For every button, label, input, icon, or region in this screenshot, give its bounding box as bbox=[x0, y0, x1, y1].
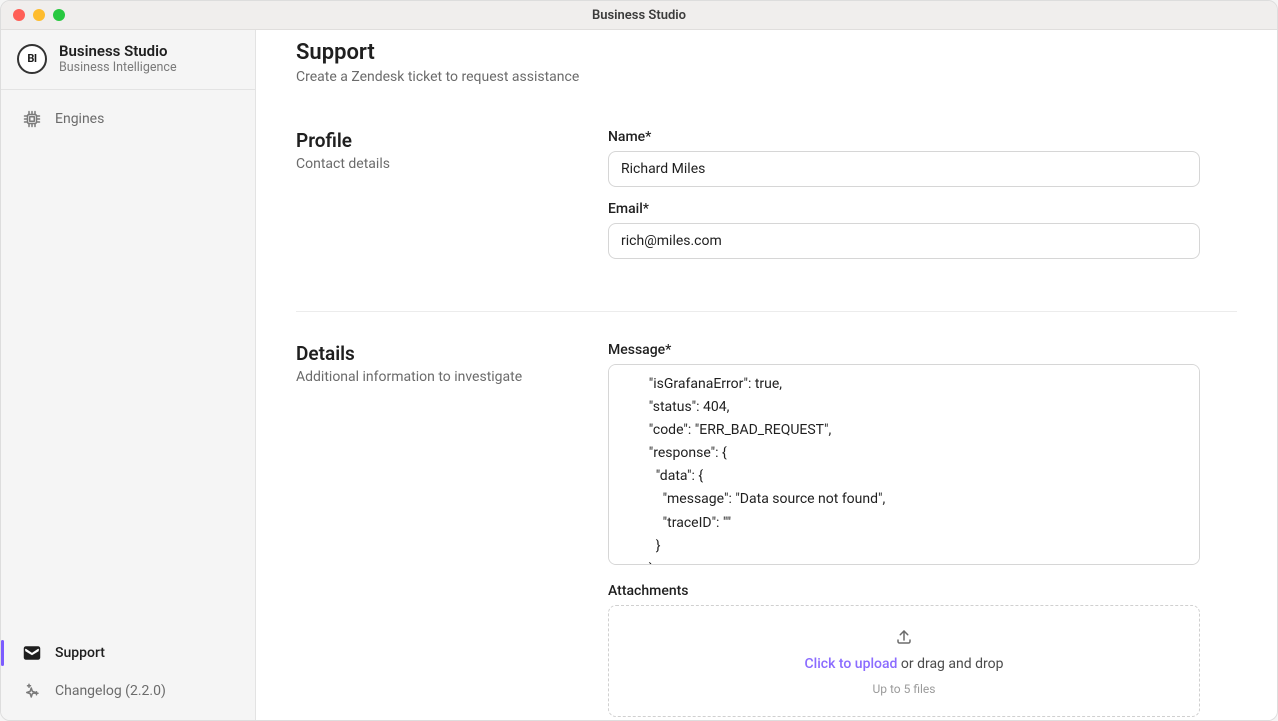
name-field-group: Name* bbox=[608, 129, 1200, 187]
page-header: Support Create a Zendesk ticket to reque… bbox=[296, 38, 1237, 85]
app-window: Business Studio BI Business Studio Busin… bbox=[0, 0, 1278, 721]
attachments-label: Attachments bbox=[608, 583, 1200, 599]
app-titles: Business Studio Business Intelligence bbox=[59, 42, 177, 75]
nav-section-top: Engines bbox=[1, 90, 255, 628]
app-name: Business Studio bbox=[59, 42, 177, 60]
sparkles-icon bbox=[23, 682, 41, 700]
section-head: Details Additional information to invest… bbox=[296, 342, 608, 720]
email-field-group: Email* bbox=[608, 201, 1200, 259]
upload-hint: Up to 5 files bbox=[873, 682, 936, 696]
section-title: Details bbox=[296, 342, 588, 365]
app-body: BI Business Studio Business Intelligence bbox=[1, 30, 1277, 720]
details-section: Details Additional information to invest… bbox=[296, 342, 1237, 720]
upload-text: Click to upload or drag and drop bbox=[805, 656, 1004, 672]
sidebar-item-engines[interactable]: Engines bbox=[9, 100, 247, 138]
mail-icon bbox=[23, 644, 41, 662]
section-body: Message* Attachments bbox=[608, 342, 1200, 720]
sidebar-item-support[interactable]: Support bbox=[9, 634, 247, 672]
minimize-window-button[interactable] bbox=[33, 9, 45, 21]
app-header: BI Business Studio Business Intelligence bbox=[1, 30, 255, 90]
app-logo-icon: BI bbox=[17, 44, 47, 74]
maximize-window-button[interactable] bbox=[53, 9, 65, 21]
section-body: Name* Email* bbox=[608, 129, 1200, 273]
email-input[interactable] bbox=[608, 223, 1200, 259]
main-content: Support Create a Zendesk ticket to reque… bbox=[256, 30, 1277, 720]
sidebar-item-changelog[interactable]: Changelog (2.2.0) bbox=[9, 672, 247, 710]
email-label: Email* bbox=[608, 201, 1200, 217]
name-input[interactable] bbox=[608, 151, 1200, 187]
attachments-field-group: Attachments Click to upload or drag bbox=[608, 583, 1200, 717]
nav-section-bottom: Support Changelog (2.2.0) bbox=[1, 628, 255, 720]
close-window-button[interactable] bbox=[13, 9, 25, 21]
attachments-dropzone[interactable]: Click to upload or drag and drop Up to 5… bbox=[608, 605, 1200, 717]
page-subtitle: Create a Zendesk ticket to request assis… bbox=[296, 69, 1237, 85]
upload-rest-text: or drag and drop bbox=[897, 656, 1003, 672]
message-field-group: Message* bbox=[608, 342, 1200, 569]
app-subtitle: Business Intelligence bbox=[59, 60, 177, 75]
message-label: Message* bbox=[608, 342, 1200, 358]
name-label: Name* bbox=[608, 129, 1200, 145]
traffic-lights bbox=[1, 9, 65, 21]
window-title: Business Studio bbox=[592, 8, 686, 23]
cpu-icon bbox=[23, 110, 41, 128]
section-subtitle: Additional information to investigate bbox=[296, 369, 588, 385]
sidebar-item-label: Changelog (2.2.0) bbox=[55, 683, 166, 699]
section-head: Profile Contact details bbox=[296, 129, 608, 273]
upload-link-text: Click to upload bbox=[805, 656, 898, 672]
sidebar: BI Business Studio Business Intelligence bbox=[1, 30, 256, 720]
section-subtitle: Contact details bbox=[296, 156, 588, 172]
section-title: Profile bbox=[296, 129, 588, 152]
titlebar: Business Studio bbox=[1, 1, 1277, 30]
page-title: Support bbox=[296, 40, 1237, 65]
sidebar-item-label: Engines bbox=[55, 111, 104, 127]
upload-icon bbox=[895, 628, 913, 646]
sidebar-item-label: Support bbox=[55, 645, 105, 661]
message-textarea[interactable] bbox=[608, 364, 1200, 565]
profile-section: Profile Contact details Name* Email* bbox=[296, 129, 1237, 312]
